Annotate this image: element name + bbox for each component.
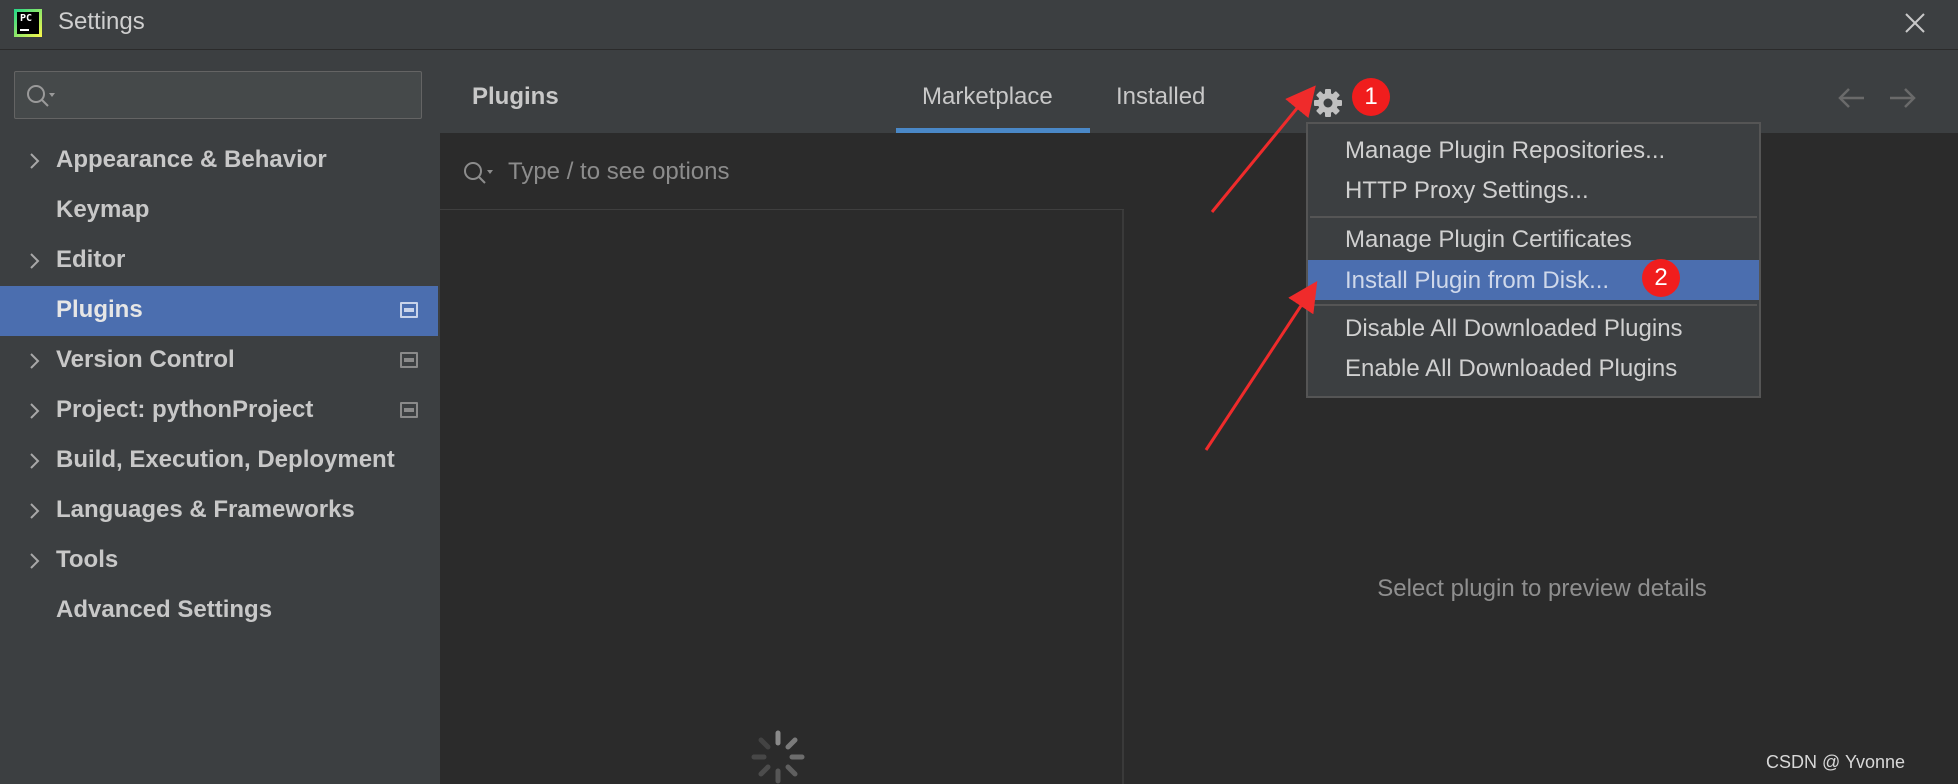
chevron-right-icon[interactable] bbox=[24, 551, 44, 571]
chevron-right-icon[interactable] bbox=[24, 501, 44, 521]
sidebar-item-label: Project: pythonProject bbox=[56, 396, 314, 423]
sidebar-search[interactable] bbox=[14, 71, 422, 119]
pycharm-logo-icon: PC bbox=[14, 9, 42, 37]
search-icon bbox=[464, 162, 493, 184]
sidebar-item-advanced-settings[interactable]: Advanced Settings bbox=[0, 586, 438, 636]
chevron-right-icon[interactable] bbox=[24, 451, 44, 471]
sidebar-item-appearance-behavior[interactable]: Appearance & Behavior bbox=[0, 136, 438, 186]
sidebar-item-keymap[interactable]: Keymap bbox=[0, 186, 438, 236]
menu-item-label: Manage Plugin Repositories... bbox=[1345, 137, 1666, 164]
sidebar-item-label: Editor bbox=[56, 246, 126, 273]
window-title: Settings bbox=[58, 8, 145, 35]
plugin-search-input[interactable] bbox=[508, 155, 1088, 189]
menu-item-label: HTTP Proxy Settings... bbox=[1345, 177, 1589, 204]
sidebar-search-input[interactable] bbox=[67, 80, 407, 110]
sidebar-item-label: Languages & Frameworks bbox=[56, 496, 355, 523]
page-title: Plugins bbox=[472, 83, 559, 110]
project-scope-icon bbox=[400, 402, 418, 418]
sidebar-item-editor[interactable]: Editor bbox=[0, 236, 438, 286]
sidebar-item-tools[interactable]: Tools bbox=[0, 536, 438, 586]
arrow-right-icon bbox=[1890, 88, 1916, 108]
plugin-list-pane bbox=[440, 135, 1124, 784]
gear-icon bbox=[1314, 89, 1342, 117]
menu-item-label: Disable All Downloaded Plugins bbox=[1345, 315, 1683, 342]
annotation-badge-2: 2 bbox=[1642, 259, 1680, 297]
tab-installed[interactable]: Installed bbox=[1116, 83, 1205, 111]
chevron-right-icon[interactable] bbox=[24, 351, 44, 371]
sidebar-item-label: Tools bbox=[56, 546, 119, 573]
menu-item-install-from-disk[interactable]: Install Plugin from Disk... bbox=[1308, 260, 1759, 300]
project-scope-icon bbox=[400, 302, 418, 318]
watermark: CSDN @ Yvonne bbox=[1766, 752, 1906, 772]
chevron-right-icon[interactable] bbox=[24, 251, 44, 271]
menu-item-manage-repositories[interactable]: Manage Plugin Repositories... bbox=[1308, 130, 1759, 170]
menu-item-label: Install Plugin from Disk... bbox=[1345, 267, 1610, 294]
project-scope-icon bbox=[400, 352, 418, 368]
sidebar-item-project-pythonproject[interactable]: Project: pythonProject bbox=[0, 386, 438, 436]
spinner-icon bbox=[751, 730, 805, 784]
plugin-search[interactable] bbox=[440, 135, 1124, 210]
chevron-right-icon[interactable] bbox=[24, 151, 44, 171]
menu-item-label: Enable All Downloaded Plugins bbox=[1345, 355, 1678, 382]
empty-detail-hint: Select plugin to preview details bbox=[1377, 575, 1707, 602]
close-icon bbox=[1905, 13, 1925, 33]
arrow-left-icon bbox=[1838, 88, 1864, 108]
settings-sidebar: Appearance & Behavior Keymap Editor Plugins… bbox=[0, 51, 440, 784]
menu-separator bbox=[1310, 304, 1757, 306]
settings-window: PC Settings Appearance & Behavior Keymap E… bbox=[0, 0, 1958, 784]
title-bar: PC Settings bbox=[0, 0, 1958, 50]
sidebar-item-label: Advanced Settings bbox=[56, 596, 273, 623]
menu-item-label: Manage Plugin Certificates bbox=[1345, 226, 1632, 253]
sidebar-item-label: Appearance & Behavior bbox=[56, 146, 327, 173]
plugin-settings-menu: Manage Plugin Repositories... HTTP Proxy… bbox=[1306, 122, 1761, 398]
search-icon bbox=[27, 85, 55, 107]
sidebar-item-plugins[interactable]: Plugins bbox=[0, 286, 438, 336]
active-tab-indicator bbox=[896, 128, 1090, 133]
back-button[interactable] bbox=[1834, 83, 1868, 113]
annotation-badge-1: 1 bbox=[1352, 78, 1390, 116]
sidebar-item-label: Keymap bbox=[56, 196, 150, 223]
forward-button[interactable] bbox=[1886, 83, 1920, 113]
chevron-right-icon[interactable] bbox=[24, 401, 44, 421]
sidebar-item-version-control[interactable]: Version Control bbox=[0, 336, 438, 386]
sidebar-item-label: Plugins bbox=[56, 296, 143, 323]
sidebar-item-build-execution-deployment[interactable]: Build, Execution, Deployment bbox=[0, 436, 438, 486]
menu-item-manage-certificates[interactable]: Manage Plugin Certificates bbox=[1308, 219, 1759, 259]
close-button[interactable] bbox=[1900, 8, 1930, 38]
sidebar-item-languages-frameworks[interactable]: Languages & Frameworks bbox=[0, 486, 438, 536]
menu-item-disable-all-downloaded[interactable]: Disable All Downloaded Plugins bbox=[1308, 308, 1759, 348]
tab-marketplace[interactable]: Marketplace bbox=[922, 83, 1053, 111]
menu-item-http-proxy[interactable]: HTTP Proxy Settings... bbox=[1308, 170, 1759, 210]
menu-item-enable-all-downloaded[interactable]: Enable All Downloaded Plugins bbox=[1308, 348, 1759, 388]
sidebar-item-label: Version Control bbox=[56, 346, 235, 373]
sidebar-item-label: Build, Execution, Deployment bbox=[56, 446, 395, 473]
plugin-settings-button[interactable] bbox=[1312, 87, 1344, 119]
menu-separator bbox=[1310, 216, 1757, 218]
settings-nav-tree: Appearance & Behavior Keymap Editor Plugins… bbox=[0, 136, 440, 636]
